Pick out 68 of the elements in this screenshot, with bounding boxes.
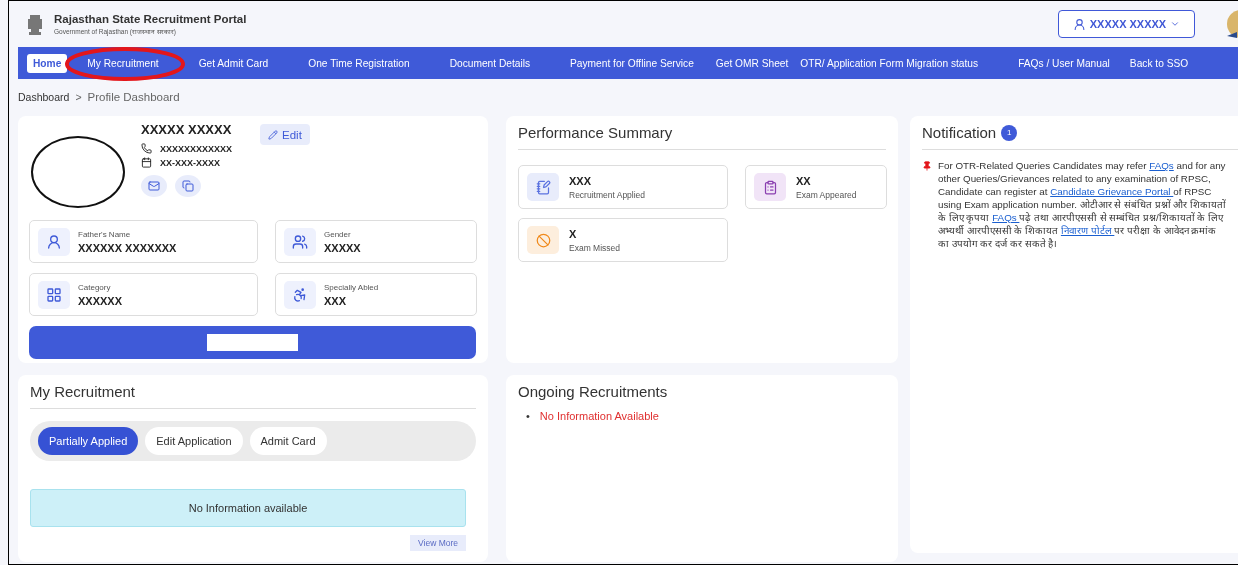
action-button[interactable] (29, 326, 476, 359)
person-icon (46, 233, 62, 250)
card-title: My Recruitment (30, 383, 476, 409)
wheelchair-icon (292, 286, 308, 303)
field-label: Father's Name (78, 229, 132, 239)
text-link[interactable]: Candidate Grievance Portal (1050, 186, 1174, 197)
portal-title: Rajasthan State Recruitment Portal (54, 12, 248, 25)
stat-label: Exam Appeared (796, 189, 857, 200)
notebook-pen-icon (535, 179, 551, 195)
empty-message: No Information available (30, 489, 466, 527)
field-label: Specially Abled (324, 282, 379, 292)
breadcrumb-current: Profile Dashboard (87, 90, 180, 103)
card-title: Ongoing Recruitments (518, 383, 669, 400)
ban-icon (535, 232, 551, 248)
caret-icon (1170, 19, 1181, 29)
empty-message: No Information Available (539, 410, 659, 422)
text-link[interactable]: FAQs (1149, 160, 1174, 171)
filter-tab[interactable]: Edit Application (145, 427, 243, 455)
candidate-name: XXXXX XXXXX (141, 122, 233, 137)
phone-icon (141, 143, 152, 154)
nav-tab[interactable]: FAQs / User Manual (1012, 53, 1116, 73)
copy-icon (182, 180, 194, 192)
breadcrumb-separator: > (75, 90, 82, 103)
birth-date: XX-XXX-XXXX (160, 157, 221, 168)
notification-text: For OTR-Related Queries Candidates may refer FAQs and for any other Queries/Grievances related to any examination of RPSC, Candidate can register at Candidate Grievance Portal of RPSC using Exam application number. ओटीआर से संबंधित प्रश्नों और शिकायतों के लिए कृपया FAQs पढ़े तथा आरपीएससी से सम्बंधित प्रश्न/शिकायतों के लिए अभ्यर्थी आरपीएससी के शिकायत निवारण पोर्टल पर परीक्षा के आवेदन क्रमांक का उपयोग कर दर्ज कर सकते है। (938, 159, 1228, 250)
user-menu-button[interactable]: XXXXX XXXXX (1058, 10, 1195, 38)
nav-tab[interactable]: Get OMR Sheet (709, 53, 795, 73)
bullet-mark: • (526, 410, 530, 422)
stat-value: XX (796, 174, 812, 187)
field-value: XXXXX (324, 241, 361, 254)
logo-icon (1225, 8, 1238, 40)
stat-label: Exam Missed (569, 242, 620, 253)
clipboard-icon (762, 179, 778, 195)
calendar-icon (141, 157, 152, 168)
mail-icon (148, 180, 160, 192)
nav-tab[interactable]: One Time Registration (302, 53, 416, 73)
filter-tab[interactable]: Admit Card (249, 427, 327, 455)
stat-label: Recruitment Applied (569, 189, 646, 200)
copy-button[interactable] (175, 175, 201, 197)
pin-icon (922, 161, 932, 171)
filter-tab[interactable]: Partially Applied (38, 427, 139, 455)
card-title: Performance Summary (518, 124, 886, 150)
nav-tab[interactable]: Document Details (443, 53, 537, 73)
field-label: Category (78, 282, 112, 292)
nav-tab[interactable]: Payment for Offline Service (564, 53, 700, 73)
user-icon (1072, 17, 1086, 31)
nav-tab[interactable]: Home (27, 53, 68, 73)
card-title: Notification (922, 124, 997, 141)
stat-value: XXX (569, 174, 592, 187)
field-value: XXXXXX (78, 294, 123, 307)
stat-value: X (569, 227, 578, 240)
text-link[interactable]: FAQs (992, 212, 1020, 223)
view-more-button[interactable]: View More (410, 535, 466, 551)
nav-tab[interactable]: OTR/ Application Form Migration status (794, 53, 985, 73)
pencil-icon (268, 129, 279, 140)
grid-icon (46, 286, 62, 303)
text-link[interactable]: निवारण पोर्टल (1060, 225, 1115, 236)
people-icon (292, 233, 308, 250)
field-value: XXXXXX XXXXXXX (78, 241, 177, 254)
field-label: Gender (324, 229, 352, 239)
phone-number: XXXXXXXXXXXX (160, 143, 233, 154)
nav-tab[interactable]: Back to SSO (1123, 53, 1195, 73)
count-badge: 1 (1001, 124, 1018, 141)
field-value: XXX (324, 294, 347, 307)
edit-button[interactable]: Edit (260, 124, 310, 145)
email-button[interactable] (141, 175, 167, 197)
breadcrumb-link[interactable]: Dashboard (18, 90, 70, 103)
nav-tab[interactable]: Get Admit Card (192, 53, 275, 73)
